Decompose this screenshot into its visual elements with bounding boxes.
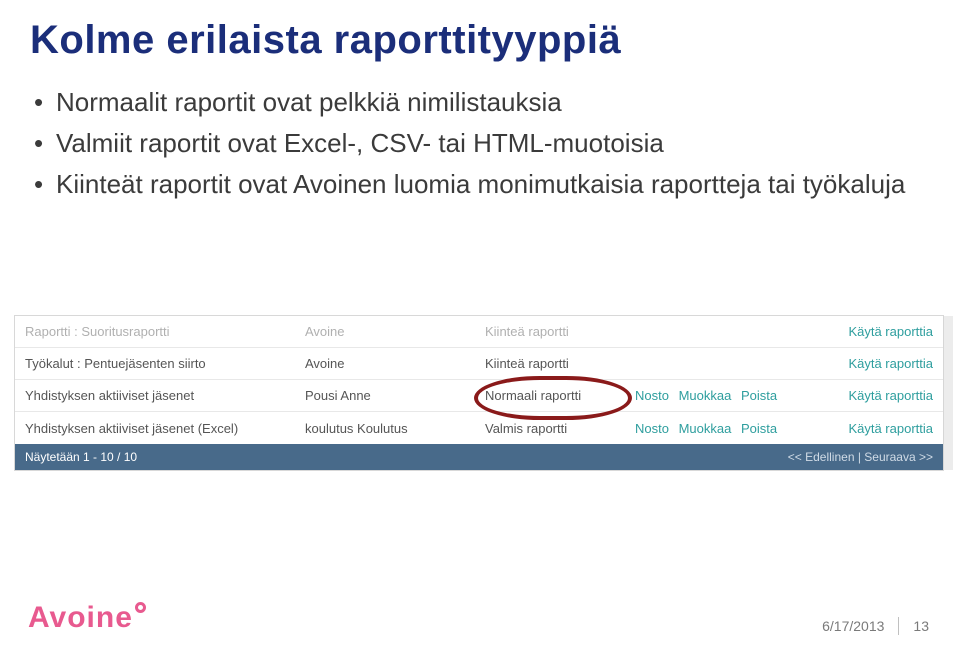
- cell-owner: Avoine: [305, 356, 485, 371]
- table-row: Yhdistyksen aktiiviset jäsenet Pousi Ann…: [15, 380, 943, 412]
- action-link[interactable]: Nosto: [635, 388, 669, 403]
- cell-type: Kiinteä raportti: [485, 356, 635, 371]
- action-link[interactable]: Poista: [741, 388, 777, 403]
- cell-name: Yhdistyksen aktiiviset jäsenet (Excel): [25, 421, 305, 436]
- cell-owner: Pousi Anne: [305, 388, 485, 403]
- action-link[interactable]: Poista: [741, 421, 777, 436]
- cell-type: Valmis raportti: [485, 421, 635, 436]
- bullet-list: Normaalit raportit ovat pelkkiä nimilist…: [30, 85, 929, 202]
- footer-count: Näytetään 1 - 10 / 10: [25, 450, 788, 464]
- action-link[interactable]: Nosto: [635, 421, 669, 436]
- cell-actions: Nosto Muokkaa Poista: [635, 388, 805, 403]
- table-row: Työkalut : Pentuejäsenten siirto Avoine …: [15, 348, 943, 380]
- bullet-item: Normaalit raportit ovat pelkkiä nimilist…: [30, 85, 929, 120]
- logo-text: Avoine: [28, 601, 133, 634]
- slide-date: 6/17/2013: [822, 618, 884, 634]
- cell-name: Työkalut : Pentuejäsenten siirto: [25, 356, 305, 371]
- cell-owner: Avoine: [305, 324, 485, 339]
- bullet-item: Valmiit raportit ovat Excel-, CSV- tai H…: [30, 126, 929, 161]
- cell-use[interactable]: Käytä raporttia: [805, 356, 933, 371]
- logo-dot-icon: [135, 602, 146, 613]
- table-footer: Näytetään 1 - 10 / 10 << Edellinen | Seu…: [15, 444, 943, 470]
- slide: Kolme erilaista raporttityyppiä Normaali…: [0, 0, 959, 657]
- bullet-item: Kiinteät raportit ovat Avoinen luomia mo…: [30, 167, 929, 202]
- cell-actions: Nosto Muokkaa Poista: [635, 421, 805, 436]
- scrollbar[interactable]: [943, 316, 953, 470]
- action-link[interactable]: Muokkaa: [679, 388, 732, 403]
- reports-table-screenshot: Raportti : Suoritusraportti Avoine Kiint…: [14, 315, 944, 471]
- slide-page-number: 13: [913, 618, 929, 634]
- page-title: Kolme erilaista raporttityyppiä: [30, 18, 929, 63]
- cell-use[interactable]: Käytä raporttia: [805, 421, 933, 436]
- avoine-logo: Avoine: [28, 601, 146, 635]
- cell-type: Kiinteä raportti: [485, 324, 635, 339]
- cell-use[interactable]: Käytä raporttia: [805, 388, 933, 403]
- cell-name: Raportti : Suoritusraportti: [25, 324, 305, 339]
- cell-use[interactable]: Käytä raporttia: [805, 324, 933, 339]
- footer-pager[interactable]: << Edellinen | Seuraava >>: [788, 450, 933, 464]
- table-row: Raportti : Suoritusraportti Avoine Kiint…: [15, 316, 943, 348]
- action-link[interactable]: Muokkaa: [679, 421, 732, 436]
- cell-name: Yhdistyksen aktiiviset jäsenet: [25, 388, 305, 403]
- cell-owner: koulutus Koulutus: [305, 421, 485, 436]
- slide-footer: 6/17/2013 13: [822, 617, 929, 635]
- divider-icon: [898, 617, 899, 635]
- cell-type: Normaali raportti: [485, 388, 635, 403]
- table-row: Yhdistyksen aktiiviset jäsenet (Excel) k…: [15, 412, 943, 444]
